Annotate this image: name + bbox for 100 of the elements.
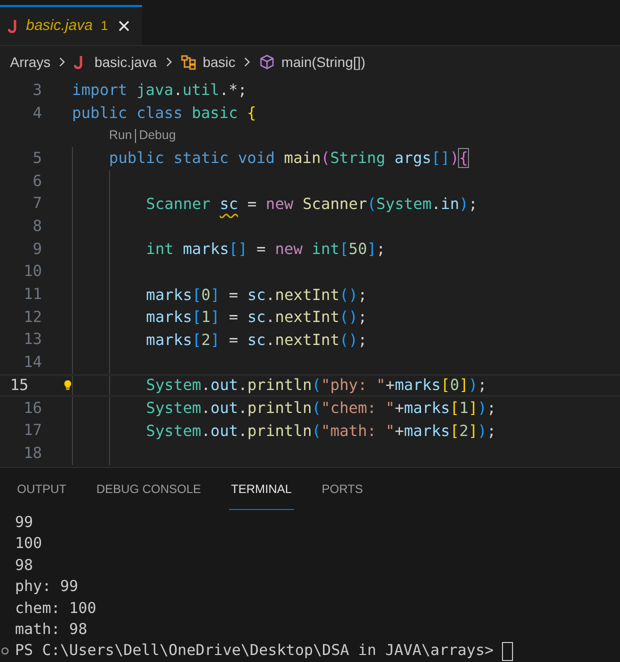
line-number: 11 bbox=[22, 284, 42, 306]
code-token: marks bbox=[394, 376, 441, 394]
code-token: ] bbox=[210, 330, 220, 349]
code-token: ( bbox=[320, 149, 330, 168]
code-token: ) bbox=[478, 398, 487, 417]
line-number: 14 bbox=[22, 352, 42, 374]
line-number: 6 bbox=[32, 170, 42, 192]
code-token: ; bbox=[358, 330, 368, 349]
terminal-prompt: PS C:\Users\Dell\OneDrive\Desktop\DSA in JAVA\arrays> bbox=[15, 640, 494, 662]
breadcrumb-item[interactable]: main(String[]) bbox=[281, 52, 366, 72]
code-token: marks bbox=[182, 240, 229, 258]
code-token: . bbox=[201, 398, 210, 417]
code-token: [ bbox=[192, 330, 202, 349]
terminal-line: chem: 100 bbox=[15, 598, 98, 619]
code-token: { bbox=[459, 149, 468, 168]
code-token: System bbox=[146, 376, 202, 394]
code-token: ; bbox=[376, 240, 386, 258]
code-token: = bbox=[246, 194, 257, 213]
code-token: "chem: " bbox=[321, 398, 395, 417]
code-token: ] bbox=[210, 308, 220, 326]
code-token: [] bbox=[431, 149, 450, 168]
code-token: () bbox=[339, 330, 358, 349]
line-number: 3 bbox=[32, 80, 42, 101]
code-token: sc bbox=[246, 308, 266, 326]
code-token: 1 bbox=[201, 308, 210, 326]
code-token: sc bbox=[246, 286, 266, 304]
line-number: 10 bbox=[22, 261, 42, 282]
panel-tab[interactable]: PORTS bbox=[320, 468, 365, 510]
code-token: + bbox=[394, 422, 404, 440]
code-token: ) bbox=[468, 376, 478, 394]
code-token: . bbox=[173, 81, 183, 100]
line-number: 5 bbox=[32, 148, 42, 169]
code-token: int bbox=[310, 240, 340, 258]
panel-tab[interactable]: OUTPUT bbox=[15, 468, 68, 510]
line-number: 8 bbox=[32, 216, 42, 237]
code-token: [ bbox=[192, 308, 202, 326]
code-token: ) bbox=[459, 194, 468, 213]
code-token: ; bbox=[468, 194, 478, 213]
code-token: main bbox=[283, 149, 321, 168]
code-token: ( bbox=[312, 422, 322, 440]
code-token: System bbox=[146, 422, 202, 440]
code-token: args bbox=[394, 149, 432, 168]
code-token: public bbox=[109, 149, 164, 168]
code-token: class bbox=[135, 104, 183, 122]
code-token: sc bbox=[220, 194, 238, 213]
code-token: 2 bbox=[201, 330, 210, 349]
codelens-link[interactable]: Debug bbox=[138, 126, 176, 146]
line-number: 16 bbox=[22, 398, 42, 418]
line-number: 18 bbox=[22, 442, 42, 464]
code-token: println bbox=[247, 422, 312, 440]
code-token: ] bbox=[468, 422, 478, 440]
code-token: . bbox=[201, 376, 210, 394]
line-number: 15 bbox=[9, 374, 28, 396]
line-number: 7 bbox=[32, 193, 42, 214]
line-number: 17 bbox=[22, 420, 42, 442]
code-token: [] bbox=[228, 240, 248, 258]
code-token: [ bbox=[450, 422, 460, 440]
code-token: . bbox=[201, 422, 210, 440]
code-token: . bbox=[238, 422, 248, 440]
terminal-line: phy: 99 bbox=[15, 576, 80, 598]
terminal-line: 100 bbox=[15, 533, 44, 554]
terminal-line: 98 bbox=[15, 554, 34, 576]
breadcrumb-item[interactable]: basic bbox=[202, 52, 236, 72]
code-token: 1 bbox=[459, 398, 468, 417]
code-token: 2 bbox=[459, 422, 468, 440]
code-token: + bbox=[394, 398, 404, 417]
code-token: . bbox=[266, 330, 275, 349]
codelens-link[interactable]: Run bbox=[109, 126, 132, 146]
code-token: 50 bbox=[348, 240, 368, 258]
code-token: out bbox=[210, 422, 238, 440]
code-token: ] bbox=[367, 240, 376, 258]
code-token: nextInt bbox=[275, 286, 340, 304]
code-token: ] bbox=[468, 398, 478, 417]
code-token: 0 bbox=[450, 376, 460, 394]
code-token: ; bbox=[486, 398, 496, 417]
line-number: 12 bbox=[22, 306, 42, 328]
code-token: java bbox=[135, 81, 174, 100]
editor-tab[interactable]: basic.java 1 bbox=[0, 5, 142, 45]
code-token: ( bbox=[367, 194, 376, 213]
code-token: Scanner bbox=[146, 194, 212, 213]
terminal-line: math: 98 bbox=[15, 619, 88, 640]
code-token: = bbox=[256, 240, 266, 258]
code-token: new bbox=[274, 240, 303, 258]
code-token: . bbox=[238, 398, 248, 417]
code-token: ] bbox=[210, 286, 220, 304]
panel-tab[interactable]: TERMINAL bbox=[229, 468, 294, 510]
code-token: ( bbox=[312, 398, 322, 417]
breadcrumb-item[interactable]: basic.java bbox=[94, 52, 157, 72]
code-token: marks bbox=[146, 330, 192, 349]
panel-tab[interactable]: DEBUG CONSOLE bbox=[94, 468, 204, 510]
code-token: marks bbox=[146, 286, 192, 304]
breadcrumb-item[interactable]: Arrays bbox=[10, 52, 50, 72]
code-token: () bbox=[339, 286, 358, 304]
code-token: ) bbox=[450, 149, 460, 168]
code-token: Scanner bbox=[302, 194, 368, 213]
code-token: . bbox=[432, 194, 441, 213]
code-token: out bbox=[210, 398, 238, 417]
code-token: println bbox=[247, 376, 312, 394]
line-number: 4 bbox=[32, 102, 42, 124]
code-token: "phy: " bbox=[321, 376, 386, 394]
